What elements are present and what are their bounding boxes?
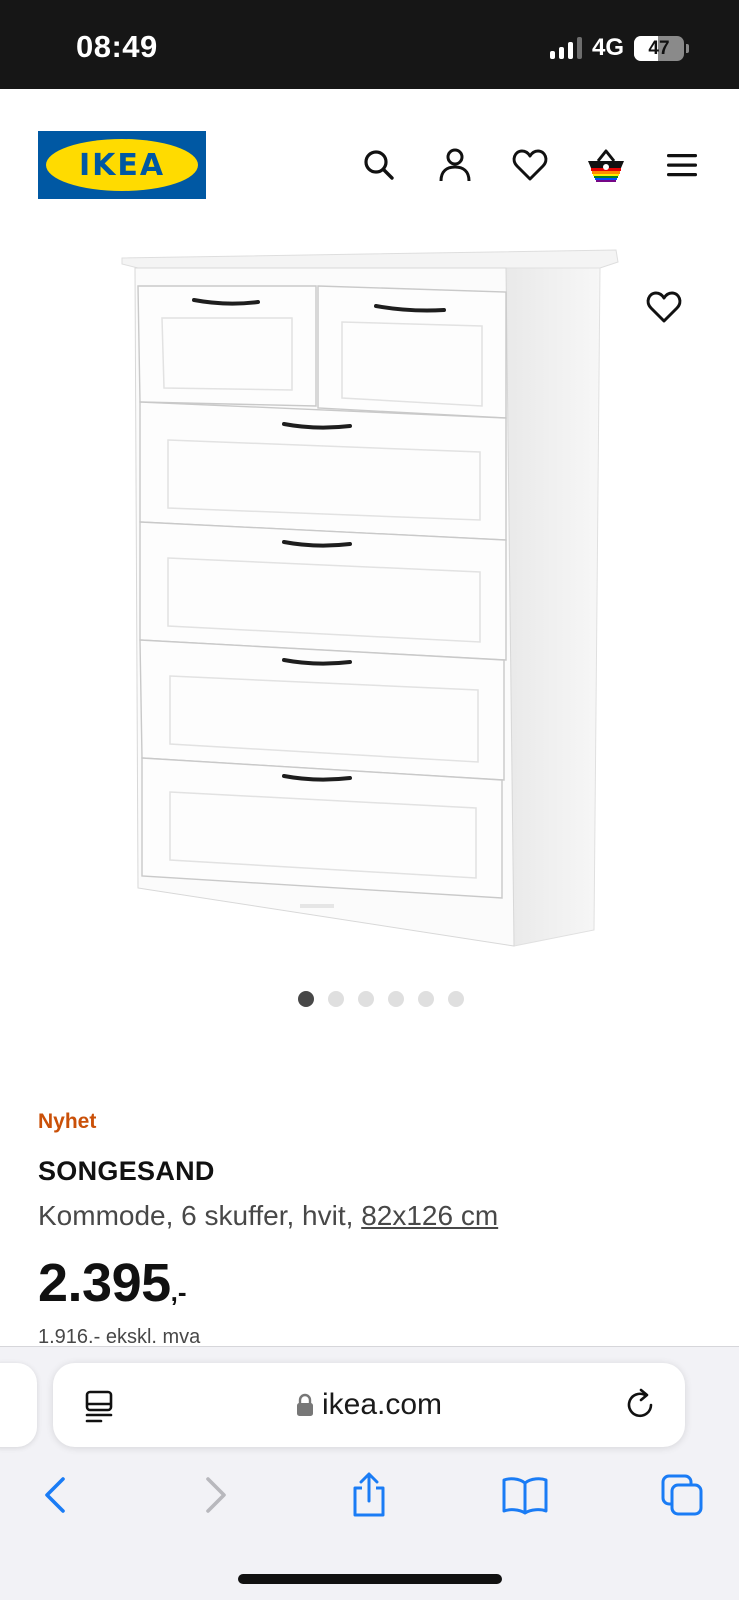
battery-level: 47 (648, 37, 670, 59)
product-name: SONGESAND (38, 1156, 215, 1186)
product-description-text: Kommode, 6 skuffer, hvit, (38, 1200, 354, 1231)
network-type: 4G (591, 34, 624, 61)
battery-icon: 47 (634, 35, 684, 61)
product-description: Kommode, 6 skuffer, hvit, 82x126 cm (38, 1200, 498, 1232)
carousel-dot[interactable] (418, 991, 434, 1007)
status-bar: 08:49 4G 47 (0, 0, 739, 89)
url-display[interactable]: ikea.com (53, 1363, 685, 1447)
signal-icon (549, 37, 582, 59)
product-size-link[interactable]: 82x126 cm (361, 1200, 498, 1231)
favorite-product-icon[interactable] (642, 285, 686, 329)
site-header: IKEA (0, 89, 739, 229)
logo-oval: IKEA (46, 139, 198, 191)
product-price: 2.395 ,- (38, 1252, 187, 1314)
wishlist-icon[interactable] (509, 144, 551, 186)
previous-tab-peek[interactable] (0, 1363, 37, 1447)
back-icon[interactable] (32, 1471, 80, 1519)
lock-icon (296, 1393, 313, 1416)
carousel-dot[interactable] (388, 991, 404, 1007)
product-image[interactable] (110, 240, 630, 960)
cart-icon[interactable] (585, 144, 627, 186)
status-indicators: 4G 47 (549, 34, 689, 62)
status-time: 08:49 (76, 29, 158, 64)
price-main: 2.395 (38, 1253, 171, 1313)
carousel-dot[interactable] (328, 991, 344, 1007)
tabs-icon[interactable] (658, 1471, 706, 1519)
carousel-dot[interactable] (358, 991, 374, 1007)
image-carousel-dots (0, 991, 739, 1007)
share-icon[interactable] (345, 1471, 393, 1519)
url-text: ikea.com (321, 1388, 443, 1421)
price-suffix: ,- (170, 1277, 187, 1307)
reload-icon[interactable] (623, 1387, 659, 1423)
battery-cap (686, 43, 689, 53)
menu-icon[interactable] (661, 144, 703, 186)
search-icon[interactable] (358, 144, 400, 186)
carousel-dot[interactable] (448, 991, 464, 1007)
new-badge: Nyhet (38, 1110, 97, 1133)
forward-icon[interactable] (191, 1471, 239, 1519)
ikea-logo[interactable]: IKEA (38, 131, 206, 199)
bookmarks-icon[interactable] (501, 1471, 549, 1519)
account-icon[interactable] (434, 144, 476, 186)
home-indicator[interactable] (238, 1574, 502, 1584)
address-bar[interactable]: ikea.com (53, 1363, 685, 1447)
carousel-dot[interactable] (298, 991, 314, 1007)
logo-text: IKEA (78, 147, 166, 183)
browser-chrome: ikea.com (0, 1346, 739, 1600)
